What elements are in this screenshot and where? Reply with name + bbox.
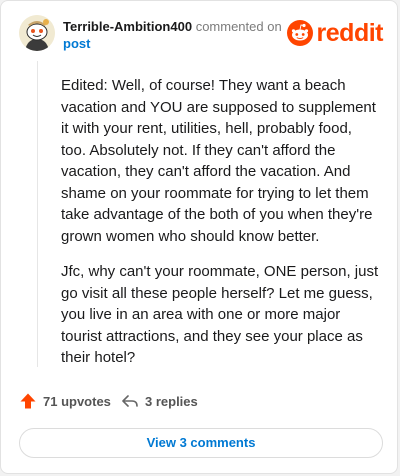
attribution-text: commented on xyxy=(195,19,282,34)
upvote-button[interactable]: 71 upvotes xyxy=(19,392,111,410)
comment-header: Terrible-Ambition400 commented on post r… xyxy=(19,15,384,55)
comment-footer: 71 upvotes 3 replies xyxy=(19,392,379,416)
comment-paragraph: Jfc, why can't your roommate, ONE person… xyxy=(61,263,379,366)
upvote-arrow-icon xyxy=(20,393,36,409)
comment-body: Edited: Well, of course! They want a bea… xyxy=(61,75,379,383)
replies-button[interactable]: 3 replies xyxy=(121,392,198,410)
comment-paragraph: Edited: Well, of course! They want a bea… xyxy=(61,77,376,245)
reddit-snoo-icon xyxy=(286,20,313,46)
upvote-count: 71 upvotes xyxy=(43,393,111,409)
snoo-avatar-icon xyxy=(19,15,55,51)
reddit-wordmark: reddit xyxy=(316,19,384,47)
thread-line xyxy=(37,61,38,367)
avatar[interactable] xyxy=(19,15,55,51)
reply-arrow-icon xyxy=(122,395,138,407)
reddit-logo[interactable]: reddit xyxy=(286,19,384,47)
reply-count: 3 replies xyxy=(145,393,198,409)
comment-attribution: Terrible-Ambition400 commented on post xyxy=(63,18,283,52)
username-link[interactable]: Terrible-Ambition400 xyxy=(63,19,192,34)
view-comments-button[interactable]: View 3 comments xyxy=(19,428,383,458)
comment-card: Terrible-Ambition400 commented on post r… xyxy=(0,0,398,474)
post-link[interactable]: post xyxy=(63,36,90,51)
